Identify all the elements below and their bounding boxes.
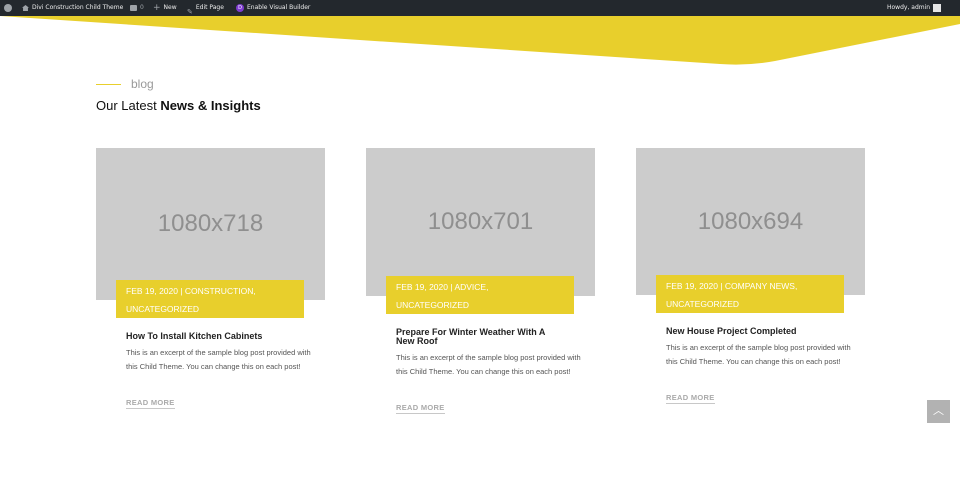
category-link[interactable]: CONSTRUCTION, xyxy=(185,286,256,296)
category-link[interactable]: UNCATEGORIZED xyxy=(666,299,739,309)
thumbnail-size-label: 1080x718 xyxy=(157,210,264,237)
avatar xyxy=(933,4,942,12)
edit-page-link[interactable]: ✎ Edit Page xyxy=(187,0,224,16)
category-link[interactable]: COMPANY NEWS, xyxy=(725,281,797,291)
new-label: New xyxy=(163,4,177,11)
post-meta: FEB 19, 2020 | ADVICE, UNCATEGORIZED xyxy=(386,276,574,314)
edit-page-label: Edit Page xyxy=(195,4,224,11)
admin-bar: Divi Construction Child Theme 0 + New ✎ … xyxy=(0,0,960,16)
post-excerpt: This is an excerpt of the sample blog po… xyxy=(396,353,581,376)
section-label: blog xyxy=(131,77,154,91)
comments-link[interactable]: 0 xyxy=(130,0,144,16)
visual-builder-link[interactable]: D Enable Visual Builder xyxy=(236,0,310,16)
plus-icon: + xyxy=(153,3,161,13)
pencil-icon: ✎ xyxy=(187,8,193,16)
post-title[interactable]: How To Install Kitchen Cabinets xyxy=(126,332,296,341)
comments-count: 0 xyxy=(140,4,144,11)
post-excerpt: This is an excerpt of the sample blog po… xyxy=(666,343,851,366)
section-title-light: Our Latest xyxy=(96,98,161,113)
wordpress-logo[interactable] xyxy=(4,0,12,16)
category-link[interactable]: UNCATEGORIZED xyxy=(396,300,469,310)
home-icon xyxy=(22,5,29,11)
meta-separator: | xyxy=(177,286,185,296)
post-thumbnail[interactable]: 1080x718 xyxy=(96,148,325,300)
post-meta: FEB 19, 2020 | COMPANY NEWS, UNCATEGORIZ… xyxy=(656,275,844,313)
post-thumbnail[interactable]: 1080x694 xyxy=(636,148,865,295)
meta-separator: | xyxy=(717,281,725,291)
post-title[interactable]: New House Project Completed xyxy=(666,327,836,336)
category-link[interactable]: UNCATEGORIZED xyxy=(126,304,199,314)
read-more-link[interactable]: READ MORE xyxy=(126,398,175,409)
post-date: FEB 19, 2020 xyxy=(126,286,178,296)
section-title: Our Latest News & Insights xyxy=(96,98,261,113)
divi-icon: D xyxy=(236,4,244,12)
category-link[interactable]: ADVICE, xyxy=(454,282,488,292)
thumbnail-size-label: 1080x694 xyxy=(697,207,804,235)
howdy-label: Howdy, admin xyxy=(887,4,931,11)
post-title[interactable]: Prepare For Winter Weather With A New Ro… xyxy=(396,328,566,346)
comment-icon xyxy=(130,5,137,11)
post-date: FEB 19, 2020 xyxy=(666,281,718,291)
site-name-link[interactable]: Divi Construction Child Theme xyxy=(22,0,123,16)
read-more-link[interactable]: READ MORE xyxy=(666,393,715,404)
site-name-label: Divi Construction Child Theme xyxy=(32,4,124,11)
new-content-link[interactable]: + New xyxy=(153,0,177,16)
post-date: FEB 19, 2020 xyxy=(396,282,448,292)
back-to-top-button[interactable]: ︿ xyxy=(927,400,950,423)
post-excerpt: This is an excerpt of the sample blog po… xyxy=(126,348,311,371)
header-divider-shape xyxy=(0,16,960,65)
chevron-up-icon: ︿ xyxy=(933,405,944,417)
section-divider-line xyxy=(96,84,121,85)
thumbnail-size-label: 1080x701 xyxy=(427,208,534,235)
post-meta: FEB 19, 2020 | CONSTRUCTION, UNCATEGORIZ… xyxy=(116,280,304,318)
wordpress-icon xyxy=(4,4,12,12)
section-title-bold: News & Insights xyxy=(160,98,261,113)
account-menu[interactable]: Howdy, admin xyxy=(887,0,942,16)
visual-builder-label: Enable Visual Builder xyxy=(247,4,311,11)
post-thumbnail[interactable]: 1080x701 xyxy=(366,148,595,296)
read-more-link[interactable]: READ MORE xyxy=(396,403,445,414)
